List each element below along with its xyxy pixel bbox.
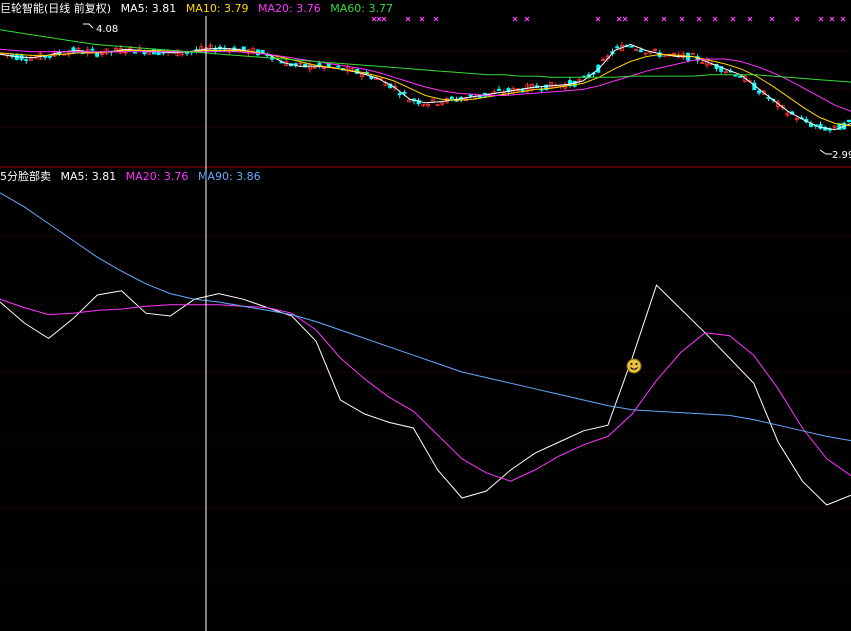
candle-body — [738, 75, 743, 78]
ma10-label: MA10: 3.79 — [185, 2, 249, 15]
candle-body — [184, 52, 189, 54]
candle-body — [757, 90, 762, 94]
candle-body — [24, 59, 29, 61]
candle-body — [615, 46, 620, 49]
ind-ma5-label: MA5: 3.81 — [60, 170, 117, 183]
candle-body — [397, 93, 402, 96]
ind-ma20-label: MA20: 3.76 — [125, 170, 189, 183]
candle-body — [497, 88, 502, 91]
candle-body — [47, 55, 52, 58]
smiley-face-icon — [626, 358, 642, 374]
candle-body — [90, 48, 95, 51]
candle-body — [336, 65, 341, 68]
candle-body — [468, 94, 473, 97]
chart-background — [0, 0, 851, 631]
candle-body — [402, 91, 407, 94]
ma5-label: MA5: 3.81 — [120, 2, 177, 15]
chart-canvas[interactable]: 4.08 2.99 — [0, 0, 851, 631]
bottom-panel-header: 5分脸部卖 MA5: 3.81 MA20: 3.76 MA90: 3.86 — [0, 170, 267, 184]
candle-body — [478, 95, 483, 98]
candle-body — [449, 96, 454, 100]
indicator-title: 5分脸部卖 — [0, 170, 51, 183]
candle-body — [132, 51, 137, 54]
low-price-label: 2.99 — [832, 150, 851, 161]
ma20-label: MA20: 3.76 — [258, 2, 321, 15]
candle-body — [572, 80, 577, 87]
ind-ma90-label: MA90: 3.86 — [197, 170, 261, 183]
candle-body — [846, 119, 851, 123]
stock-title: 巨轮智能(日线 前复权) — [0, 2, 112, 15]
candle-body — [629, 45, 634, 48]
candle-body — [260, 49, 265, 54]
top-panel-header: 巨轮智能(日线 前复权) MA5: 3.81 MA10: 3.79 MA20: … — [0, 2, 399, 16]
candle-body — [638, 49, 643, 53]
candle-body — [326, 63, 331, 67]
high-price-label: 4.08 — [96, 24, 118, 35]
ma60-label: MA60: 3.77 — [330, 2, 393, 15]
candle-body — [14, 54, 19, 60]
candle-body — [241, 46, 246, 51]
